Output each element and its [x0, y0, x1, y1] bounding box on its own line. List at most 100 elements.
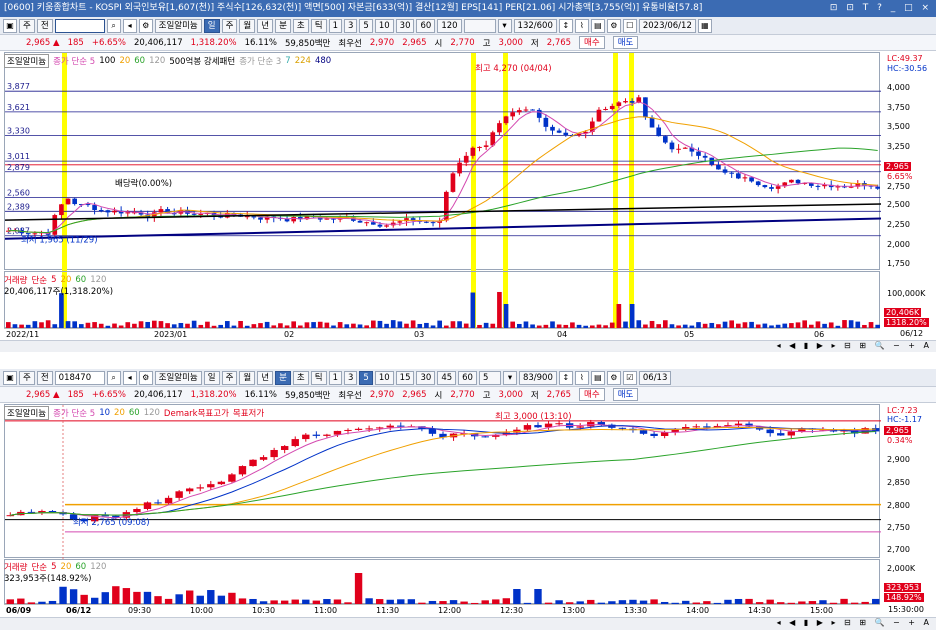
- volume-bar: [207, 590, 215, 605]
- bottom-legend-stock[interactable]: 조일알미늄: [4, 405, 50, 420]
- bottom-num-5[interactable]: 5: [359, 370, 373, 385]
- min-annotation: 최저 1,965 (11/29): [21, 235, 98, 246]
- pin-icon[interactable]: ↕: [558, 370, 573, 385]
- chart-type-icon[interactable]: ⌇: [574, 370, 589, 385]
- gear-icon[interactable]: ⚙: [606, 370, 621, 385]
- gear-icon[interactable]: ⚙: [606, 18, 621, 33]
- window-controls[interactable]: ⊡ ⊡ T ? _ □ ×: [830, 0, 932, 17]
- calendar-icon[interactable]: ▦: [697, 18, 712, 33]
- pin-icon[interactable]: ↕: [558, 18, 573, 33]
- bottom-legend-ma5: 종가 단순 5: [53, 408, 96, 419]
- search-icon[interactable]: ⌕: [106, 18, 121, 33]
- save-icon[interactable]: ▤: [590, 370, 605, 385]
- candle-body: [777, 433, 785, 436]
- chevron-down-icon[interactable]: ▾: [502, 370, 517, 385]
- top-tab-second[interactable]: 초: [292, 18, 309, 33]
- top-num-60[interactable]: 60: [416, 18, 436, 33]
- bottom-date-input[interactable]: 06/13: [638, 370, 672, 385]
- top-nav-controls[interactable]: ◂ ◀ ▮ ▶ ▸ ⊟ ⊞ 🔍 − + A: [777, 341, 932, 350]
- candle-body: [815, 185, 821, 187]
- volume-bar: [112, 586, 120, 605]
- bottom-nav-controls[interactable]: ◂ ◀ ▮ ▶ ▸ ⊟ ⊞ 🔍 − + A: [777, 618, 932, 627]
- top-num-10[interactable]: 10: [374, 18, 394, 33]
- speaker-icon[interactable]: ◂: [122, 18, 137, 33]
- bottom-custom-num-input[interactable]: 5: [478, 370, 501, 385]
- top-num-3[interactable]: 3: [343, 18, 358, 33]
- top-date-input[interactable]: 2023/06/12: [638, 18, 696, 33]
- bottom-period-select[interactable]: 주: [19, 370, 35, 385]
- bottom-num-15[interactable]: 15: [395, 370, 415, 385]
- bottom-volume-chart[interactable]: [5, 560, 881, 605]
- bottom-tab-second[interactable]: 초: [292, 370, 309, 385]
- settings-icon[interactable]: ⚙: [138, 370, 153, 385]
- bottom-num-3[interactable]: 3: [343, 370, 358, 385]
- top-custom-num-input[interactable]: [463, 18, 496, 33]
- bottom-num-60[interactable]: 60: [458, 370, 477, 385]
- top-num-120[interactable]: 120: [437, 18, 462, 33]
- top-volume-chart[interactable]: [5, 272, 881, 329]
- bottom-all-select[interactable]: 전: [36, 370, 53, 385]
- bottom-count-input[interactable]: 83/900: [518, 370, 557, 385]
- price-level-label: 2,879: [7, 163, 30, 172]
- settings-icon[interactable]: ⚙: [138, 18, 153, 33]
- bottom-tab-minute[interactable]: 분: [275, 370, 291, 385]
- bottom-buy-button[interactable]: 매수: [579, 388, 605, 401]
- top-num-1[interactable]: 1: [328, 18, 342, 33]
- layout-icon[interactable]: ▣: [3, 370, 17, 385]
- bottom-scrollbar[interactable]: ◂ ◀ ▮ ▶ ▸ ⊟ ⊞ 🔍 − + A: [0, 617, 936, 630]
- top-sell-button[interactable]: 매도: [612, 36, 639, 49]
- search-icon[interactable]: ⌕: [106, 370, 121, 385]
- bottom-tab-year[interactable]: 년: [257, 370, 274, 385]
- top-tab-year[interactable]: 년: [257, 18, 274, 33]
- candle-body: [702, 155, 708, 158]
- top-num-5[interactable]: 5: [359, 18, 373, 33]
- top-candle-chart[interactable]: 3,8773,6213,3303,0112,8792,5602,3892,087…: [4, 53, 882, 271]
- bottom-priority-label: 최우선: [338, 390, 362, 401]
- bottom-tab-month[interactable]: 월: [239, 370, 256, 385]
- candle-body: [125, 212, 131, 214]
- bottom-num-30[interactable]: 30: [416, 370, 436, 385]
- top-x-axis: 2022/11 2023/01 02 03 04 05 06: [4, 328, 880, 340]
- top-tab-month[interactable]: 월: [239, 18, 256, 33]
- top-scrollbar[interactable]: ◂ ◀ ▮ ▶ ▸ ⊟ ⊞ 🔍 − + A: [0, 340, 936, 352]
- top-tab-tick[interactable]: 틱: [310, 18, 327, 33]
- checkbox-icon[interactable]: ☐: [622, 18, 637, 33]
- bottom-candle-chart[interactable]: 최고 3,000 (13:10) 최저 2,765 (09:08): [5, 405, 881, 559]
- top-legend-stock[interactable]: 조일알미늄: [4, 53, 50, 68]
- top-code-input[interactable]: 018470: [54, 18, 105, 33]
- top-all-select[interactable]: 전: [36, 18, 53, 33]
- volume-bar: [470, 292, 476, 329]
- bottom-num-1[interactable]: 1: [328, 370, 342, 385]
- bottom-price-pane[interactable]: 최고 3,000 (13:10) 최저 2,765 (09:08): [4, 404, 881, 559]
- bottom-code-input[interactable]: 018470: [54, 370, 105, 385]
- bottom-tab-tick[interactable]: 틱: [310, 370, 327, 385]
- bottom-tab-week[interactable]: 주: [221, 370, 238, 385]
- speaker-icon[interactable]: ◂: [122, 370, 137, 385]
- chevron-down-icon[interactable]: ▾: [497, 18, 512, 33]
- top-tab-day[interactable]: 일: [203, 18, 220, 33]
- top-tab-minute[interactable]: 분: [275, 18, 291, 33]
- bottom-x-label: 13:00: [562, 606, 586, 615]
- chart-type-icon[interactable]: ⌇: [574, 18, 589, 33]
- bottom-price: 2,965 ▲: [26, 389, 60, 400]
- top-axis-tick: 3,250: [887, 142, 910, 151]
- bottom-num-10[interactable]: 10: [374, 370, 394, 385]
- save-icon[interactable]: ▤: [590, 18, 605, 33]
- bottom-volume-pane[interactable]: [4, 559, 881, 605]
- candle-body: [795, 179, 801, 184]
- layout-icon[interactable]: ▣: [3, 18, 17, 33]
- top-buy-button[interactable]: 매수: [579, 36, 605, 49]
- bottom-sell-button[interactable]: 매도: [612, 388, 639, 401]
- top-count-input[interactable]: 132/600: [513, 18, 557, 33]
- top-volume-pane[interactable]: [4, 271, 881, 329]
- top-price-pane[interactable]: 3,877 3,621 3,330 3,011 2,879 2,560 2,389 2,087…: [4, 52, 882, 271]
- checkbox-icon[interactable]: ☑: [622, 370, 637, 385]
- candle-body: [477, 146, 482, 148]
- top-tab-week[interactable]: 주: [221, 18, 238, 33]
- top-period-select[interactable]: 주: [19, 18, 35, 33]
- volume-bar: [503, 304, 509, 329]
- bottom-tab-day[interactable]: 일: [203, 370, 220, 385]
- bottom-num-45[interactable]: 45: [437, 370, 457, 385]
- bottom-volume: 20,406,117: [133, 389, 183, 400]
- top-num-30[interactable]: 30: [395, 18, 415, 33]
